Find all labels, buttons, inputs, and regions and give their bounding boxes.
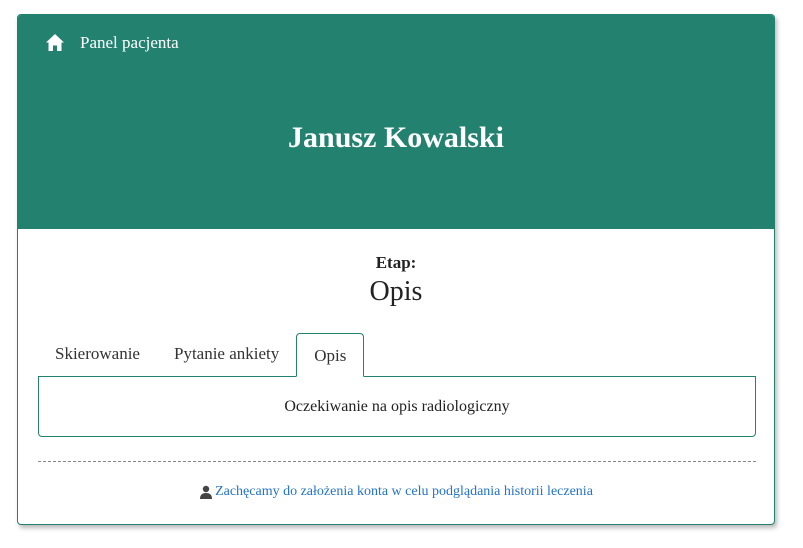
- stage-label: Etap:: [375, 253, 417, 272]
- home-icon: [45, 33, 65, 53]
- home-link[interactable]: Panel pacjenta: [45, 33, 179, 53]
- home-label: Panel pacjenta: [80, 33, 179, 52]
- divider: [38, 461, 756, 462]
- patient-name: Janusz Kowalski: [288, 121, 504, 154]
- tab-panel-text: Oczekiwanie na opis radiologiczny: [284, 397, 510, 415]
- card-header: Panel pacjenta Janusz Kowalski: [18, 15, 774, 229]
- stage-value: Opis: [369, 276, 423, 307]
- tab-pytanie-ankiety[interactable]: Pytanie ankiety: [157, 332, 296, 376]
- patient-card: Panel pacjenta Janusz Kowalski Etap: Opi…: [17, 14, 775, 525]
- user-icon: [199, 485, 213, 499]
- tab-bar: Skierowanie Pytanie ankiety Opis: [38, 332, 365, 377]
- tab-skierowanie[interactable]: Skierowanie: [38, 332, 157, 376]
- tab-opis[interactable]: Opis: [296, 333, 365, 377]
- create-account-link[interactable]: Zachęcamy do założenia konta w celu podg…: [215, 484, 593, 500]
- account-note: Zachęcamy do założenia konta w celu podg…: [18, 484, 774, 500]
- tab-panel: Oczekiwanie na opis radiologiczny: [38, 376, 756, 437]
